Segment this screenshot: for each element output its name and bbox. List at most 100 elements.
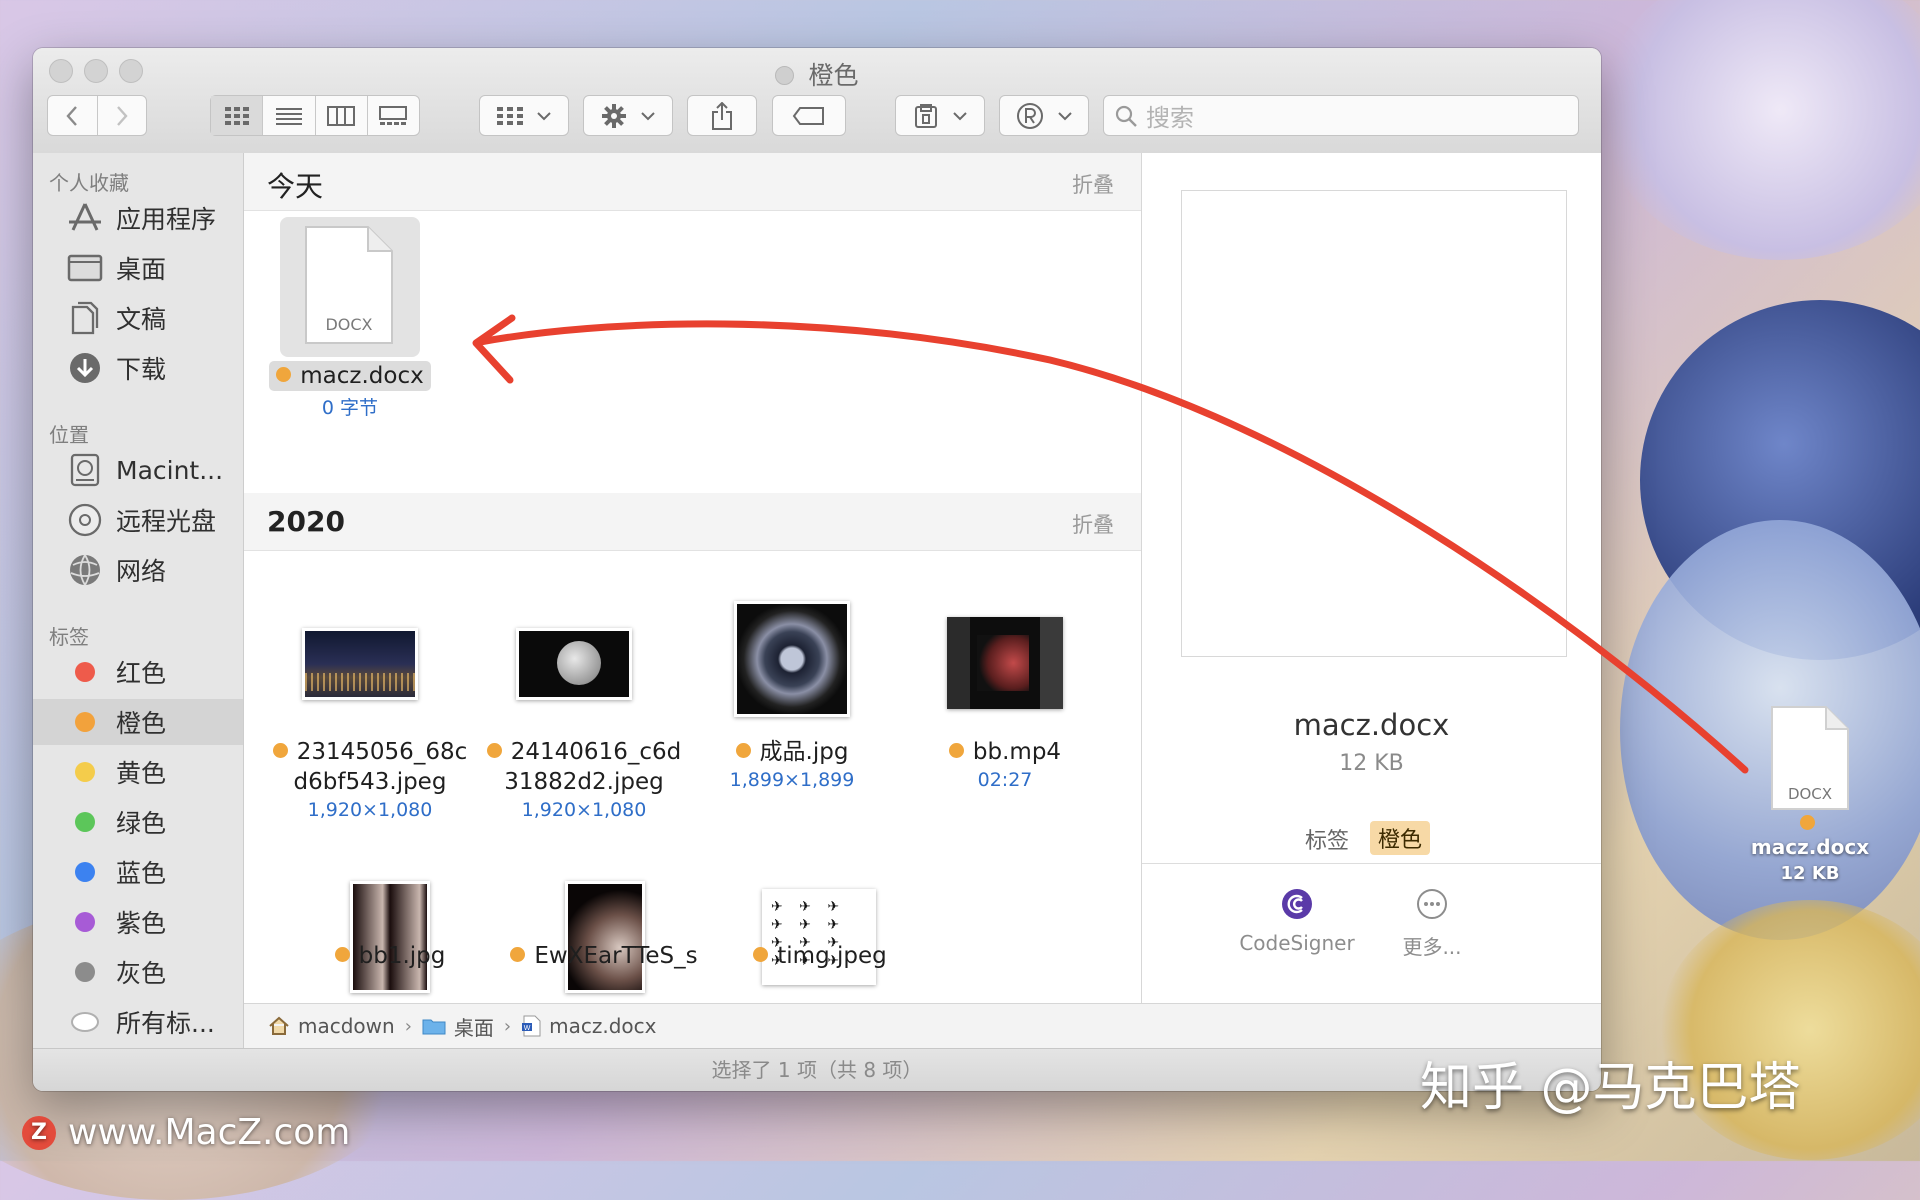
group-title: 2020 bbox=[267, 505, 345, 538]
gallery-view-button[interactable] bbox=[368, 96, 419, 135]
file-name-line2: 31882d2.jpeg bbox=[504, 769, 664, 795]
city-lights bbox=[305, 673, 415, 691]
file-item[interactable]: bb.mp4 02:27 bbox=[905, 737, 1105, 791]
thumbnail-video[interactable] bbox=[947, 617, 1063, 709]
thumbnail-bb1[interactable] bbox=[350, 881, 430, 993]
tag-blue-dot-icon bbox=[75, 862, 95, 882]
share-button[interactable] bbox=[687, 95, 757, 136]
collapse-group-button[interactable]: 折叠 bbox=[1072, 169, 1114, 199]
path-crumb-file[interactable]: W macz.docx bbox=[521, 1014, 656, 1038]
file-meta: 0 字节 bbox=[321, 397, 379, 419]
sidebar-item-label: 紫色 bbox=[116, 909, 167, 938]
search-field[interactable]: 搜索 bbox=[1103, 95, 1579, 136]
file-meta: 1,920×1,080 bbox=[521, 799, 647, 821]
preview-tag-label: 标签 bbox=[1305, 829, 1350, 854]
sidebar-item-applications[interactable]: 应用程序 bbox=[33, 195, 243, 241]
tag-icon bbox=[792, 106, 824, 125]
file-item[interactable]: 成品.jpg 1,899×1,899 bbox=[692, 737, 892, 791]
file-browser: 今天 折叠 DOCX macz.docx 0 字节 2020 折叠 231450… bbox=[244, 153, 1142, 1003]
sidebar-item-documents[interactable]: 文稿 bbox=[33, 295, 243, 341]
file-meta: 02:27 bbox=[977, 769, 1033, 791]
sidebar-item-downloads[interactable]: 下载 bbox=[33, 345, 243, 391]
group-by-button[interactable] bbox=[479, 95, 569, 136]
sidebar-item-label: 蓝色 bbox=[116, 859, 167, 888]
group-grid-icon bbox=[497, 106, 523, 125]
sidebar-tag-orange[interactable]: 橙色 bbox=[33, 699, 243, 745]
sidebar-tag-purple[interactable]: 紫色 bbox=[33, 899, 243, 945]
desktop-file-item[interactable]: DOCX macz.docx 12 KB bbox=[1745, 705, 1875, 884]
file-name: 23145056_68c bbox=[296, 739, 468, 765]
path-crumb-desktop[interactable]: 桌面 bbox=[422, 1012, 494, 1041]
preview-divider bbox=[1142, 863, 1601, 864]
sidebar-item-label: 网络 bbox=[116, 557, 167, 586]
optical-disc-icon bbox=[66, 503, 104, 537]
gallery-icon bbox=[379, 105, 408, 125]
sidebar-item-label: 红色 bbox=[116, 659, 167, 688]
extension-button[interactable] bbox=[895, 95, 985, 136]
sidebar-tag-green[interactable]: 绿色 bbox=[33, 799, 243, 845]
group-header-2020: 2020 折叠 bbox=[244, 493, 1141, 551]
status-bar: 选择了 1 项（共 8 项） bbox=[33, 1048, 1601, 1091]
file-name: bb.mp4 bbox=[972, 739, 1062, 765]
share-icon bbox=[712, 101, 732, 130]
preview-tag-badge[interactable]: 橙色 bbox=[1370, 821, 1431, 855]
sidebar-tag-gray[interactable]: 灰色 bbox=[33, 949, 243, 995]
thumbnail-circular-photo[interactable] bbox=[734, 601, 850, 717]
group-title: 今天 bbox=[267, 170, 324, 203]
preview-pane: macz.docx 12 KB 标签 橙色 CodeSigner 更多... bbox=[1142, 153, 1601, 1003]
sidebar-item-desktop[interactable]: 桌面 bbox=[33, 245, 243, 291]
thumbnail-moon[interactable] bbox=[516, 628, 632, 700]
more-action[interactable]: 更多... bbox=[1372, 888, 1492, 960]
column-view-button[interactable] bbox=[316, 96, 368, 135]
sidebar-tag-blue[interactable]: 蓝色 bbox=[33, 849, 243, 895]
applications-icon bbox=[66, 202, 104, 234]
sidebar-tag-red[interactable]: 红色 bbox=[33, 649, 243, 695]
icon-view-button[interactable] bbox=[211, 96, 264, 135]
window-title: 橙色 bbox=[33, 56, 1601, 92]
sidebar-item-macintosh-hd[interactable]: Macint... bbox=[33, 447, 243, 493]
orange-tag-dot-icon bbox=[510, 947, 526, 962]
thumbnail-city-night[interactable] bbox=[302, 628, 418, 700]
tag-gray-dot-icon bbox=[75, 962, 95, 982]
back-button[interactable] bbox=[48, 96, 98, 135]
file-name: 成品.jpg bbox=[759, 739, 849, 765]
sidebar-item-label: 灰色 bbox=[116, 959, 167, 988]
folder-icon bbox=[422, 1019, 446, 1035]
watermark-macz: Zwww.MacZ.com bbox=[22, 1112, 350, 1153]
codesigner-action[interactable]: CodeSigner bbox=[1232, 888, 1362, 955]
forward-button[interactable] bbox=[98, 96, 147, 135]
path-crumb-home[interactable]: macdown bbox=[268, 1014, 395, 1038]
file-name-line2: d6bf543.jpeg bbox=[293, 769, 447, 795]
list-view-button[interactable] bbox=[263, 96, 316, 135]
file-item[interactable]: EwXEarTTeS_s bbox=[504, 941, 704, 971]
action-menu-button[interactable] bbox=[583, 95, 673, 136]
word-document-icon: W bbox=[522, 1015, 541, 1037]
document-preview bbox=[1181, 190, 1567, 657]
file-item[interactable]: 24140616_c6d 31882d2.jpeg 1,920×1,080 bbox=[484, 737, 684, 821]
thumbnail-ewxear[interactable] bbox=[565, 881, 645, 993]
sidebar-item-label: 应用程序 bbox=[116, 205, 217, 234]
collapse-group-button[interactable]: 折叠 bbox=[1072, 509, 1114, 539]
sidebar-tag-yellow[interactable]: 黄色 bbox=[33, 749, 243, 795]
nav-buttons bbox=[47, 95, 147, 136]
orange-tag-dot-icon bbox=[334, 947, 350, 962]
sidebar-tag-all[interactable]: 所有标... bbox=[33, 999, 243, 1045]
file-item[interactable]: bb1.jpg bbox=[290, 941, 490, 971]
finder-window: 橙色 搜索 个人收藏 应用程序 桌面 文稿 下载 位置 Macint... 远程… bbox=[33, 48, 1601, 1091]
file-name: timg.jpeg bbox=[777, 943, 887, 969]
file-item[interactable]: macz.docx 0 字节 bbox=[250, 361, 450, 420]
sidebar-item-network[interactable]: 网络 bbox=[33, 547, 243, 593]
chevron-left-icon bbox=[66, 105, 78, 126]
edit-tags-button[interactable] bbox=[772, 95, 846, 136]
desktop-icon bbox=[66, 254, 104, 282]
video-frame bbox=[977, 635, 1029, 691]
desktop-file-name: macz.docx bbox=[1745, 811, 1875, 859]
gear-icon bbox=[602, 103, 626, 128]
file-item[interactable]: timg.jpeg bbox=[720, 941, 920, 971]
macz-logo-icon: Z bbox=[22, 1115, 56, 1150]
sidebar-item-remote-disc[interactable]: 远程光盘 bbox=[33, 497, 243, 543]
search-icon bbox=[1115, 105, 1137, 127]
sidebar: 个人收藏 应用程序 桌面 文稿 下载 位置 Macint... 远程光盘 网络 bbox=[33, 153, 244, 1048]
registered-extension-button[interactable] bbox=[999, 95, 1089, 136]
file-item[interactable]: 23145056_68c d6bf543.jpeg 1,920×1,080 bbox=[270, 737, 470, 821]
